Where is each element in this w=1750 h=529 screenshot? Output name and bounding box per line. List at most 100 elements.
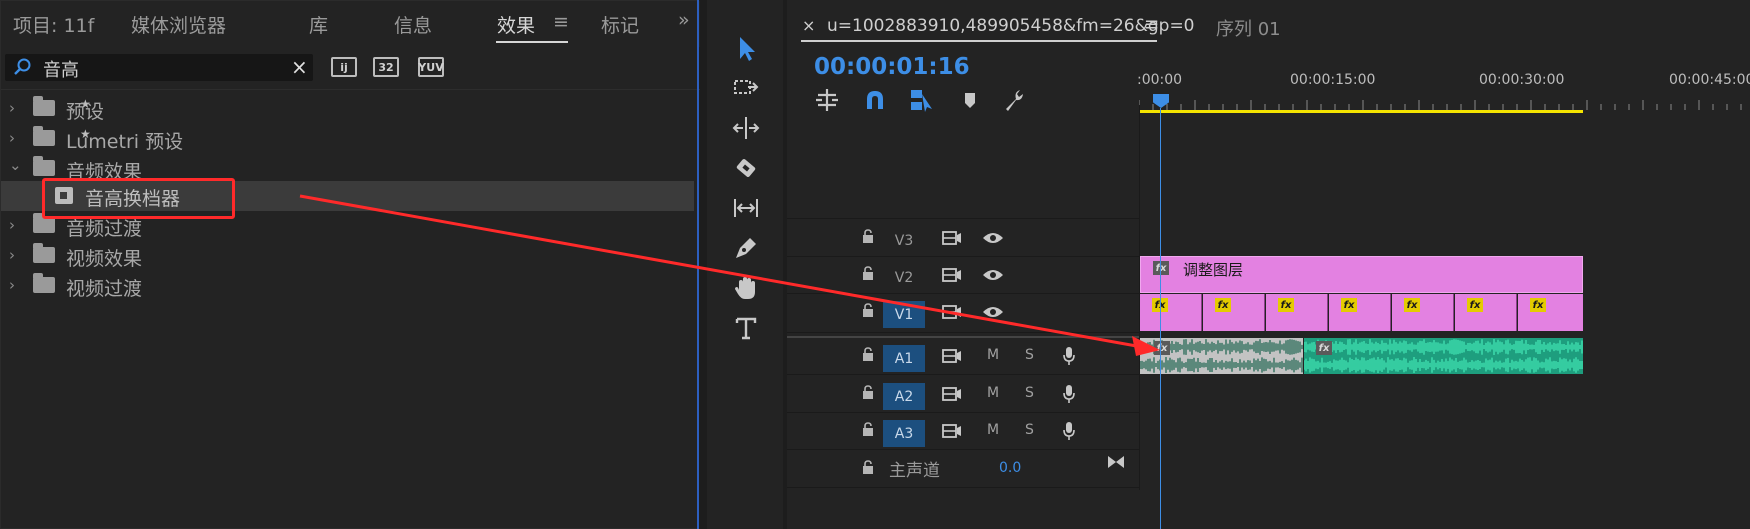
effects-panel: 项目: 11f 媒体浏览器 库 信息 效果 ≡ 标记 » 音高 × ĳ 32 Y… <box>0 0 700 529</box>
sync-lock-icon[interactable] <box>942 231 962 245</box>
snap-magnet-icon[interactable] <box>862 87 888 113</box>
tree-folder-video-effects[interactable]: › 视频效果 <box>1 241 694 271</box>
slip-icon <box>734 199 758 217</box>
track-label-v2[interactable]: V2 <box>883 264 925 291</box>
video-clip[interactable]: fx <box>1203 294 1265 331</box>
master-volume-value[interactable]: 0.0 <box>999 460 1021 476</box>
microphone-icon[interactable] <box>1062 384 1076 404</box>
eye-icon[interactable] <box>982 268 1004 282</box>
time-ruler[interactable] <box>1139 100 1750 110</box>
tab-markers[interactable]: 标记 <box>601 11 639 38</box>
chevron-right-icon[interactable]: › <box>9 99 15 117</box>
hand-tool[interactable] <box>731 273 761 303</box>
audio-clip[interactable]: fx <box>1304 338 1583 374</box>
tab-sequence-active[interactable]: u=1002883910,489905458&fm=26&gp=0 <box>827 16 1195 36</box>
track-label-a2[interactable]: A2 <box>883 383 925 410</box>
add-marker-icon[interactable] <box>957 87 983 113</box>
clear-search-icon[interactable]: × <box>291 55 308 79</box>
tools-panel <box>707 0 783 529</box>
solo-button[interactable]: S <box>1025 385 1034 401</box>
adjustment-layer-clip[interactable]: fx 调整图层 <box>1140 256 1583 293</box>
video-clip[interactable]: fx <box>1455 294 1517 331</box>
fx-badge: fx <box>1467 298 1483 312</box>
tab-overflow-icon[interactable]: » <box>678 9 690 31</box>
tab-library[interactable]: 库 <box>309 11 328 38</box>
search-value[interactable]: 音高 <box>43 56 79 82</box>
audio-clip-selected[interactable]: fx <box>1140 338 1303 374</box>
track-select-tool[interactable] <box>731 73 761 103</box>
tab-project[interactable]: 项目: 11f <box>13 11 94 38</box>
lock-icon[interactable] <box>861 266 875 280</box>
tab-menu-icon[interactable]: ≡ <box>1144 14 1159 35</box>
video-clip[interactable]: fx <box>1140 294 1202 331</box>
accelerated-effects-filter-button[interactable]: ĳ <box>331 57 357 77</box>
video-clip[interactable]: fx <box>1518 294 1583 331</box>
folder-icon <box>33 273 55 293</box>
type-tool[interactable] <box>731 313 761 343</box>
sync-lock-icon[interactable] <box>942 305 962 319</box>
32bit-effects-filter-button[interactable]: 32 <box>373 57 399 77</box>
audio-waveform <box>1304 339 1583 373</box>
yuv-effects-filter-button[interactable]: YUV <box>418 57 444 77</box>
playhead-line[interactable] <box>1160 108 1161 529</box>
tree-folder-video-transitions[interactable]: › 视频过渡 <box>1 271 694 301</box>
lock-icon[interactable] <box>861 460 875 474</box>
sync-lock-icon[interactable] <box>942 268 962 282</box>
tab-media-browser[interactable]: 媒体浏览器 <box>131 11 226 38</box>
pen-tool[interactable] <box>731 233 761 263</box>
eye-icon[interactable] <box>982 231 1004 245</box>
sync-lock-icon[interactable] <box>942 349 962 363</box>
track-label-a1[interactable]: A1 <box>883 345 925 372</box>
close-tab-icon[interactable]: × <box>802 16 815 35</box>
lock-icon[interactable] <box>861 385 875 399</box>
chevron-down-icon[interactable]: ⌄ <box>9 156 22 174</box>
bowtie-icon[interactable] <box>1107 454 1125 470</box>
playhead-timecode[interactable]: 00:00:01:16 <box>814 54 970 80</box>
tree-folder-presets[interactable]: › ★ 预设 <box>1 94 694 124</box>
track-header-a2: A2 M S <box>787 376 1750 413</box>
sync-lock-icon[interactable] <box>942 387 962 401</box>
32bit-effects-icon: 32 <box>378 60 394 74</box>
track-label-v3[interactable]: V3 <box>883 227 925 254</box>
track-label-a3[interactable]: A3 <box>883 420 925 447</box>
mute-button[interactable]: M <box>987 422 999 438</box>
solo-button[interactable]: S <box>1025 347 1034 363</box>
mute-button[interactable]: M <box>987 385 999 401</box>
eye-icon[interactable] <box>982 305 1004 319</box>
lock-icon[interactable] <box>861 303 875 317</box>
tab-menu-icon[interactable]: ≡ <box>553 11 569 33</box>
chevron-right-icon[interactable]: › <box>9 129 15 147</box>
lock-icon[interactable] <box>861 347 875 361</box>
tab-sequence-01[interactable]: 序列 01 <box>1216 15 1281 41</box>
track-label-v1[interactable]: V1 <box>883 301 925 328</box>
slip-tool[interactable] <box>731 193 761 223</box>
tree-folder-lumetri-presets[interactable]: › ★ Lumetri 预设 <box>1 124 694 154</box>
effects-search-input[interactable]: 音高 × <box>5 54 313 81</box>
linked-selection-icon[interactable] <box>908 87 934 113</box>
lock-icon[interactable] <box>861 422 875 436</box>
tab-info[interactable]: 信息 <box>394 11 432 38</box>
tab-effects[interactable]: 效果 <box>497 11 535 38</box>
solo-button[interactable]: S <box>1025 422 1034 438</box>
chevron-right-icon[interactable]: › <box>9 276 15 294</box>
chevron-right-icon[interactable]: › <box>9 246 15 264</box>
lock-icon[interactable] <box>861 229 875 243</box>
chevron-right-icon[interactable]: › <box>9 216 15 234</box>
ruler-label: :00:00 <box>1137 72 1183 88</box>
nest-sequence-icon[interactable] <box>814 87 840 113</box>
fx-badge: fx <box>1154 341 1170 355</box>
video-clip[interactable]: fx <box>1392 294 1454 331</box>
microphone-icon[interactable] <box>1062 346 1076 366</box>
mute-button[interactable]: M <box>987 347 999 363</box>
video-clip[interactable]: fx <box>1329 294 1391 331</box>
folder-icon <box>33 213 55 233</box>
selection-tool[interactable] <box>731 33 761 63</box>
microphone-icon[interactable] <box>1062 421 1076 441</box>
video-clip[interactable]: fx <box>1266 294 1328 331</box>
sync-lock-icon[interactable] <box>942 424 962 438</box>
master-track-label: 主声道 <box>889 461 940 481</box>
wrench-settings-icon[interactable] <box>1002 87 1028 113</box>
razor-tool[interactable] <box>731 153 761 183</box>
work-area-bar[interactable] <box>1139 110 1583 113</box>
ripple-edit-tool[interactable] <box>731 113 761 143</box>
